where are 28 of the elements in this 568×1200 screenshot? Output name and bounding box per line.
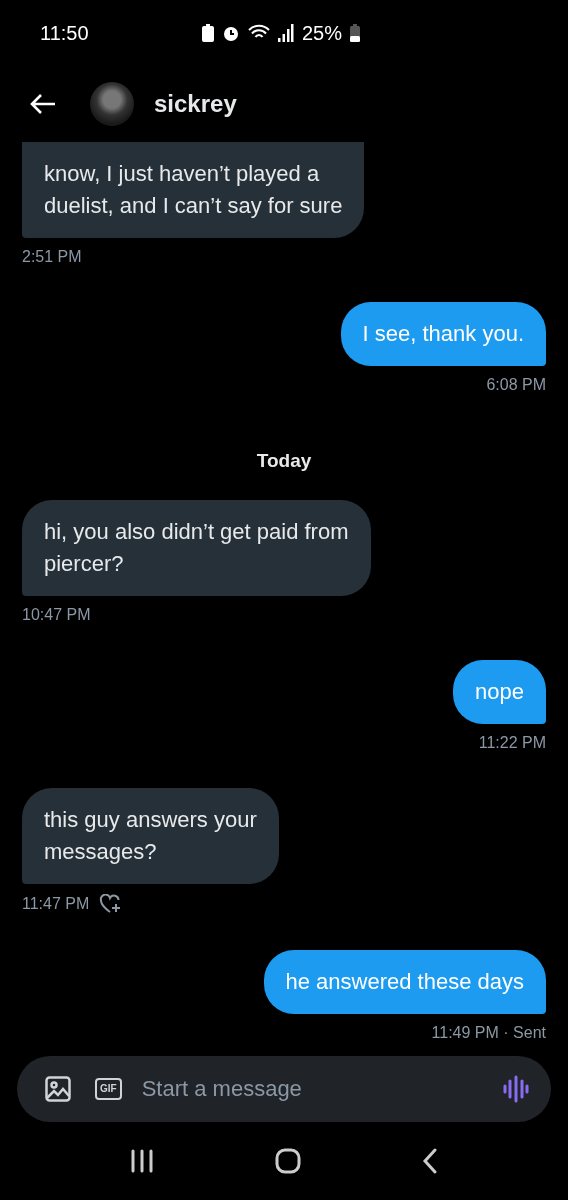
message-bubble[interactable]: this guy answers your messages? [22,788,279,884]
message-composer[interactable]: GIF Start a message [17,1056,551,1122]
gif-button[interactable]: GIF [95,1078,122,1100]
heart-plus-icon[interactable] [99,894,122,914]
battery-saver-icon [201,24,214,42]
battery-percentage: 25% [301,21,342,45]
avatar[interactable] [90,82,134,126]
home-icon[interactable] [275,1148,301,1174]
message-time: 2:51 PM [22,248,82,266]
contact-name[interactable]: sickrey [154,90,237,118]
recent-apps-icon[interactable] [130,1149,155,1173]
message-time: 6:08 PM [486,376,546,394]
message-time: 10:47 PM [22,606,91,624]
signal-icon [277,24,294,42]
date-divider: Today [256,450,312,472]
message-time: 11:49 PM · Sent [431,1024,546,1042]
image-icon[interactable] [45,1076,71,1102]
message-time: 11:47 PM [22,895,90,913]
battery-icon [350,24,360,42]
message-input[interactable]: Start a message [139,1075,479,1103]
back-arrow-icon[interactable] [30,93,56,115]
status-time: 11:50 [40,21,89,45]
voice-wave-icon[interactable] [503,1075,529,1103]
message-bubble[interactable]: know, I just haven’t played a duelist, and I can’t say for sure [22,142,365,238]
message-time: 11:22 PM [478,734,546,752]
message-bubble[interactable]: hi, you also didn’t get paid from piercer? [22,500,371,596]
back-icon[interactable] [421,1148,438,1174]
alarm-icon [221,24,240,42]
